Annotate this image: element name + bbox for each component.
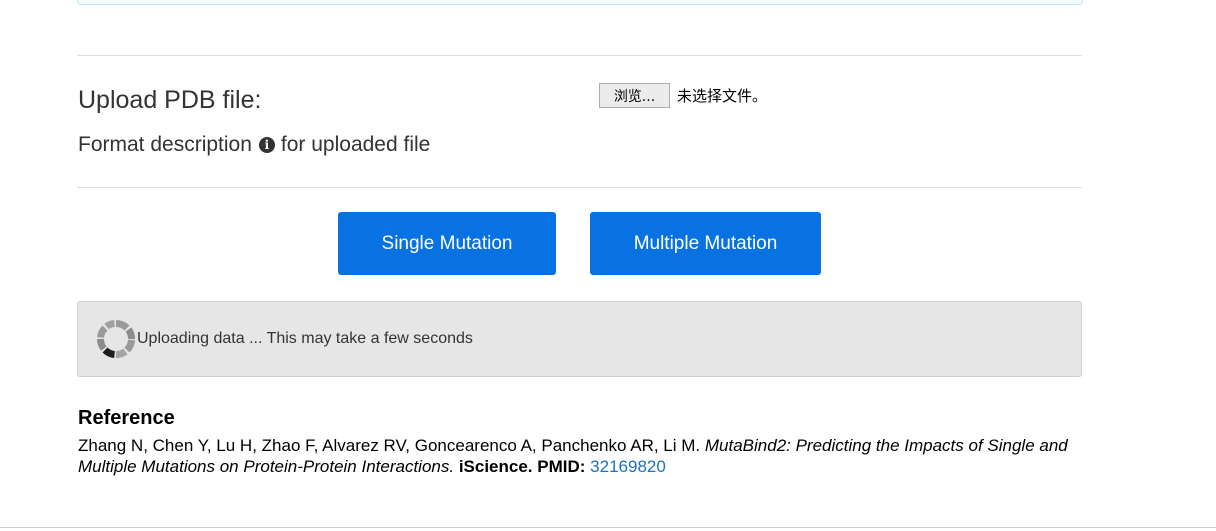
reference-heading: Reference [78, 407, 175, 429]
upload-status-box: Uploading data ... This may take a few s… [77, 301, 1082, 377]
loading-spinner-icon [97, 320, 135, 358]
footer-divider [0, 527, 1216, 528]
reference-authors: Zhang N, Chen Y, Lu H, Zhao F, Alvarez R… [78, 436, 701, 455]
info-icon[interactable]: i [258, 137, 275, 153]
reference-journal: iScience. [458, 457, 533, 476]
format-description: Format description i for uploaded file [78, 133, 430, 157]
single-mutation-button[interactable]: Single Mutation [338, 212, 556, 275]
multiple-mutation-button[interactable]: Multiple Mutation [590, 212, 821, 275]
format-description-suffix: for uploaded file [280, 133, 431, 156]
reference-pmid-label: PMID: [537, 457, 586, 476]
divider [77, 187, 1082, 188]
browse-button[interactable]: 浏览... [599, 83, 670, 108]
upload-status-text: Uploading data ... This may take a few s… [137, 330, 473, 347]
divider [77, 55, 1082, 56]
top-info-panel [77, 0, 1083, 5]
file-input[interactable]: 浏览... 未选择文件。 [599, 83, 767, 108]
format-description-label: Format description [78, 133, 252, 156]
file-status-text: 未选择文件。 [677, 87, 768, 105]
pmid-link[interactable]: 32169820 [590, 457, 666, 476]
upload-pdb-label: Upload PDB file: [78, 86, 262, 114]
reference-citation: Zhang N, Chen Y, Lu H, Zhao F, Alvarez R… [78, 435, 1078, 477]
